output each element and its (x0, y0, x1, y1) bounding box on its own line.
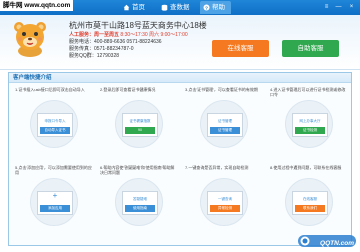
step-6-mini-button: 使用指南 (125, 205, 155, 212)
tab-data-label: 查数据 (170, 4, 190, 11)
online-service-button[interactable]: 在线客服 (212, 40, 269, 57)
step-3-mini-label: 证书管理 (218, 119, 232, 123)
tab-data[interactable]: 查数据 (158, 1, 196, 14)
close-button[interactable]: × (347, 3, 356, 11)
intro-title: 客户端快捷介绍 (9, 73, 351, 83)
step-8: 8.使用过程中遇到问题，可联系在线客服 在线客服 联系我们 (270, 165, 348, 226)
step-4-illustration: 网上办事大厅 证书检测 (285, 100, 333, 148)
watermark-text: 脚牛网 www.qqtn.com (0, 0, 74, 11)
step-1-mini-label: 申报口令导入 (44, 119, 66, 123)
fax-line: 服务传真：0571-88234787-0 (69, 45, 134, 52)
company-address: 杭州市莫干山路18号蓝天商务中心18楼 (69, 21, 207, 30)
mascot-bear-icon (14, 22, 46, 57)
minimize-button[interactable]: — (334, 3, 343, 11)
step-7-mini-label: 一键查询 (218, 197, 232, 201)
step-1-mini-button: 自动导入证书 (40, 127, 70, 134)
step-8-illustration: 在线客服 联系我们 (285, 178, 333, 226)
step-3-text: 3.点击'证书管理'，可以查看证书的有效期 (185, 87, 258, 92)
tab-home-label: 首页 (132, 4, 145, 11)
tab-home[interactable]: 首页 (120, 1, 151, 14)
step-6-mini-label: 答疑疑难 (133, 197, 147, 201)
step-5-text: 5.点击'添加应用'，可以添加需要使用到的应用 (15, 165, 92, 175)
quick-intro-panel: 客户端快捷介绍 1.证书插入usb接口后即可双击自动导入 申报口令导入 自动导入… (8, 72, 352, 246)
contact-header: 杭州市莫干山路18号蓝天商务中心18楼 人工服务：周一至周五 8:30～17:3… (0, 15, 360, 70)
tab-help[interactable]: ? 帮助 (200, 1, 231, 14)
svg-text:?: ? (205, 5, 208, 11)
step-5-illustration: + 添加应用 (30, 178, 78, 226)
step-2-mini-score: 90 (125, 127, 155, 134)
step-8-mini-button: 联系我们 (295, 205, 325, 212)
step-2-text: 2.登录后即可查看证书健康情况 (100, 87, 156, 92)
home-icon (123, 4, 130, 11)
qq-value: 12790328 (96, 53, 120, 59)
qq-line: 服务QQ群：12790328 (69, 52, 119, 59)
step-4: 4.进入证书管理后可以进行证书检测或修改口令 网上办事大厅 证书检测 (270, 87, 348, 148)
step-1-illustration: 申报口令导入 自动导入证书 (30, 100, 78, 148)
step-5-mini-plus: + (52, 191, 58, 200)
help-icon: ? (203, 4, 210, 11)
step-3-illustration: 证书管理 证书管理 (200, 100, 248, 148)
step-7: 7.一键查询是否异常，实现自助检测 一键查询 异常检测 (185, 165, 263, 226)
step-2-illustration: 证书健康指数 90 (115, 100, 163, 148)
step-7-illustration: 一键查询 异常检测 (200, 178, 248, 226)
service-hours: 人工服务：周一至周五 8:30～17:30 周六 9:00～17:00 (69, 31, 188, 38)
step-1-text: 1.证书插入usb接口后即可双击自动导入 (15, 87, 85, 92)
step-3: 3.点击'证书管理'，可以查看证书的有效期 证书管理 证书管理 (185, 87, 263, 148)
step-8-text: 8.使用过程中遇到问题，可联系在线客服 (270, 165, 342, 170)
step-7-text: 7.一键查询是否异常，实现自助检测 (185, 165, 249, 170)
step-4-mini-button: 证书检测 (295, 127, 325, 134)
step-7-mini-button: 异常检测 (210, 205, 240, 212)
step-2: 2.登录后即可查看证书健康情况 证书健康指数 90 (100, 87, 178, 148)
database-icon (161, 4, 168, 11)
step-4-text: 4.进入证书管理后可以进行证书检测或修改口令 (270, 87, 346, 97)
step-8-mini-label: 在线客服 (303, 197, 317, 201)
step-5: 5.点击'添加应用'，可以添加需要使用到的应用 + 添加应用 (15, 165, 93, 226)
step-6-illustration: 答疑疑难 使用指南 (115, 178, 163, 226)
menu-button[interactable]: ≡ (322, 3, 331, 11)
step-5-mini-button: 添加应用 (40, 205, 70, 212)
logo-text: QQTN.com (320, 240, 354, 247)
self-service-button[interactable]: 自助客服 (282, 40, 339, 57)
step-4-mini-label: 网上办事大厅 (299, 119, 321, 123)
qq-label: 服务QQ群： (69, 53, 97, 59)
title-bar: 脚牛网 www.qqtn.com 首页 查数据 ? 帮助 ≡ — × (0, 0, 360, 15)
step-6-text: 6.帮助内容使'答疑疑难'和'使用指南'帮助解决日常问题 (100, 165, 175, 175)
step-2-mini-label: 证书健康指数 (129, 119, 151, 123)
phone-line: 服务电话：400-889-6636 0571-88224636 (69, 38, 162, 45)
step-1: 1.证书插入usb接口后即可双击自动导入 申报口令导入 自动导入证书 (15, 87, 93, 148)
step-3-mini-button: 证书管理 (210, 127, 240, 134)
tab-help-label: 帮助 (212, 4, 225, 11)
step-6: 6.帮助内容使'答疑疑难'和'使用指南'帮助解决日常问题 答疑疑难 使用指南 (100, 165, 178, 226)
